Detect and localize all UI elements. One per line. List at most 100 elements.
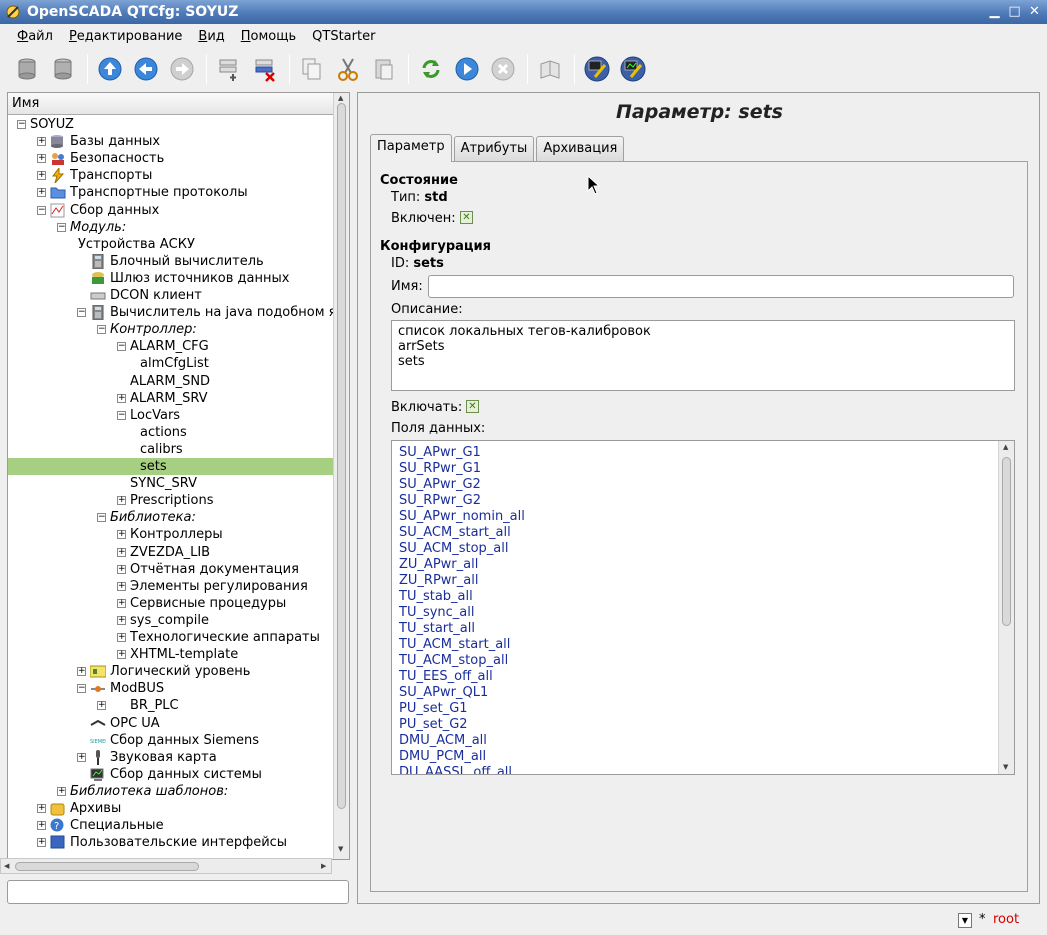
up-icon[interactable] (93, 52, 127, 86)
expand-plus-icon[interactable]: + (37, 821, 46, 831)
tab-attributes[interactable]: Атрибуты (453, 136, 535, 161)
delete-item-icon[interactable] (248, 52, 282, 86)
tree-item[interactable]: SYNC_SRV (8, 475, 333, 492)
stop-icon[interactable] (486, 52, 520, 86)
collapse-minus-icon[interactable]: − (57, 222, 66, 232)
tree-item[interactable]: + Логический уровень (8, 663, 333, 680)
expand-plus-icon[interactable]: + (37, 838, 46, 848)
data-field-item[interactable]: SU_APwr_nomin_all (399, 509, 525, 525)
expand-plus-icon[interactable]: + (117, 633, 126, 642)
close-button[interactable]: ✕ (1026, 3, 1043, 20)
data-field-item[interactable]: SU_ACM_stop_all (399, 541, 525, 557)
navigation-tree[interactable]: − SOYUZ + Базы данных + Безопасность + Транспор… (8, 115, 333, 860)
collapse-minus-icon[interactable]: − (77, 684, 86, 694)
collapse-minus-icon[interactable]: − (117, 410, 126, 420)
collapse-minus-icon[interactable]: − (17, 120, 26, 129)
tree-item[interactable]: +? Специальные (8, 817, 333, 834)
enable-checkbox[interactable]: ✕ (466, 400, 479, 413)
tree-item[interactable]: almCfgList (8, 355, 333, 372)
expand-plus-icon[interactable]: + (77, 752, 86, 762)
data-field-item[interactable]: ZU_RPwr_all (399, 573, 525, 589)
minimize-button[interactable]: ▁ (986, 3, 1003, 20)
data-field-item[interactable]: DU_AASSL_off_all (399, 765, 525, 774)
tree-item[interactable]: SIEMENS Сбор данных Siemens (8, 732, 333, 749)
name-input[interactable] (428, 275, 1014, 298)
start-icon[interactable] (450, 52, 484, 86)
manual-icon[interactable] (533, 52, 567, 86)
expand-plus-icon[interactable]: + (117, 615, 126, 625)
cut-icon[interactable] (331, 52, 365, 86)
tree-item[interactable]: + Библиотека шаблонов: (8, 783, 333, 800)
expand-plus-icon[interactable]: + (37, 804, 46, 813)
collapse-minus-icon[interactable]: − (97, 325, 106, 335)
menu-help[interactable]: Помощь (233, 29, 304, 44)
tree-item[interactable]: OPC UA (8, 715, 333, 732)
db-save-icon[interactable] (46, 52, 80, 86)
expand-plus-icon[interactable]: + (117, 564, 126, 574)
scroll-up-arrow-icon[interactable]: ▲ (338, 94, 343, 102)
expand-plus-icon[interactable]: + (37, 171, 46, 181)
command-input[interactable] (7, 880, 349, 904)
data-field-item[interactable]: DMU_ACM_all (399, 733, 525, 749)
data-field-item[interactable]: SU_APwr_QL1 (399, 685, 525, 701)
data-field-item[interactable]: TU_ACM_start_all (399, 637, 525, 653)
tree-item[interactable]: − SOYUZ (8, 116, 333, 133)
tree-item[interactable]: + Пользовательские интерфейсы (8, 834, 333, 851)
data-field-item[interactable]: SU_APwr_G2 (399, 477, 525, 493)
expand-plus-icon[interactable]: + (117, 598, 126, 608)
data-field-item[interactable]: SU_ACM_start_all (399, 525, 525, 541)
tree-item[interactable]: + ALARM_SRV (8, 390, 333, 407)
data-field-item[interactable]: SU_RPwr_G2 (399, 493, 525, 509)
tree-item[interactable]: DCON клиент (8, 287, 333, 304)
menu-edit[interactable]: Редактирование (61, 29, 190, 44)
tree-vertical-scrollbar[interactable]: ▲ ▼ (333, 93, 349, 859)
paste-icon[interactable] (367, 52, 401, 86)
back-icon[interactable] (129, 52, 163, 86)
tree-item[interactable]: sets (8, 458, 333, 475)
collapse-minus-icon[interactable]: − (117, 342, 126, 352)
expand-plus-icon[interactable]: + (117, 650, 126, 660)
tree-item[interactable]: + Элементы регулирования (8, 578, 333, 595)
menu-file[interactable]: Файл (9, 29, 61, 44)
scroll-up-arrow-icon[interactable]: ▲ (1003, 443, 1008, 451)
tree-scroll-thumb[interactable] (337, 103, 346, 809)
data-field-item[interactable]: PU_set_G1 (399, 701, 525, 717)
scroll-left-arrow-icon[interactable]: ◀ (4, 862, 9, 870)
tree-item[interactable]: + Сервисные процедуры (8, 595, 333, 612)
tree-header[interactable]: Имя (8, 93, 333, 115)
tree-item[interactable]: + BR_PLC (8, 697, 333, 714)
description-textarea[interactable]: список локальных тегов-калибровок arrSet… (391, 320, 1015, 391)
maximize-button[interactable]: □ (1006, 3, 1023, 20)
tree-item[interactable]: − ALARM_CFG (8, 338, 333, 355)
tree-item[interactable]: + Безопасность (8, 150, 333, 167)
data-field-item[interactable]: ZU_APwr_all (399, 557, 525, 573)
scroll-down-arrow-icon[interactable]: ▼ (338, 845, 343, 853)
tree-item[interactable]: − Вычислитель на java подобном язы (8, 304, 333, 321)
tree-item[interactable]: Сбор данных системы (8, 766, 333, 783)
tree-item[interactable]: + XHTML-template (8, 646, 333, 663)
expand-plus-icon[interactable]: + (117, 581, 126, 591)
data-field-item[interactable]: SU_RPwr_G1 (399, 461, 525, 477)
expand-plus-icon[interactable]: + (37, 188, 46, 198)
refresh-icon[interactable] (414, 52, 448, 86)
forward-icon[interactable] (165, 52, 199, 86)
expand-plus-icon[interactable]: + (117, 393, 126, 403)
expand-plus-icon[interactable]: + (37, 154, 46, 164)
expand-plus-icon[interactable]: + (117, 496, 126, 506)
tree-item[interactable]: Шлюз источников данных (8, 270, 333, 287)
uiprog-icon[interactable] (580, 52, 614, 86)
graph-icon[interactable] (616, 52, 650, 86)
collapse-minus-icon[interactable]: − (77, 308, 86, 318)
tree-item[interactable]: Блочный вычислитель (8, 253, 333, 270)
tab-archiving[interactable]: Архивация (536, 136, 625, 161)
add-item-icon[interactable] (212, 52, 246, 86)
tree-item[interactable]: − LocVars (8, 407, 333, 424)
collapse-minus-icon[interactable]: − (97, 513, 106, 523)
fields-vertical-scrollbar[interactable]: ▲ ▼ (998, 441, 1014, 774)
expand-plus-icon[interactable]: + (77, 667, 86, 677)
copy-icon[interactable] (295, 52, 329, 86)
tree-item[interactable]: calibrs (8, 441, 333, 458)
enabled-checkbox[interactable]: ✕ (460, 211, 473, 224)
tree-item[interactable]: + ZVEZDA_LIB (8, 544, 333, 561)
expand-plus-icon[interactable]: + (97, 701, 106, 711)
